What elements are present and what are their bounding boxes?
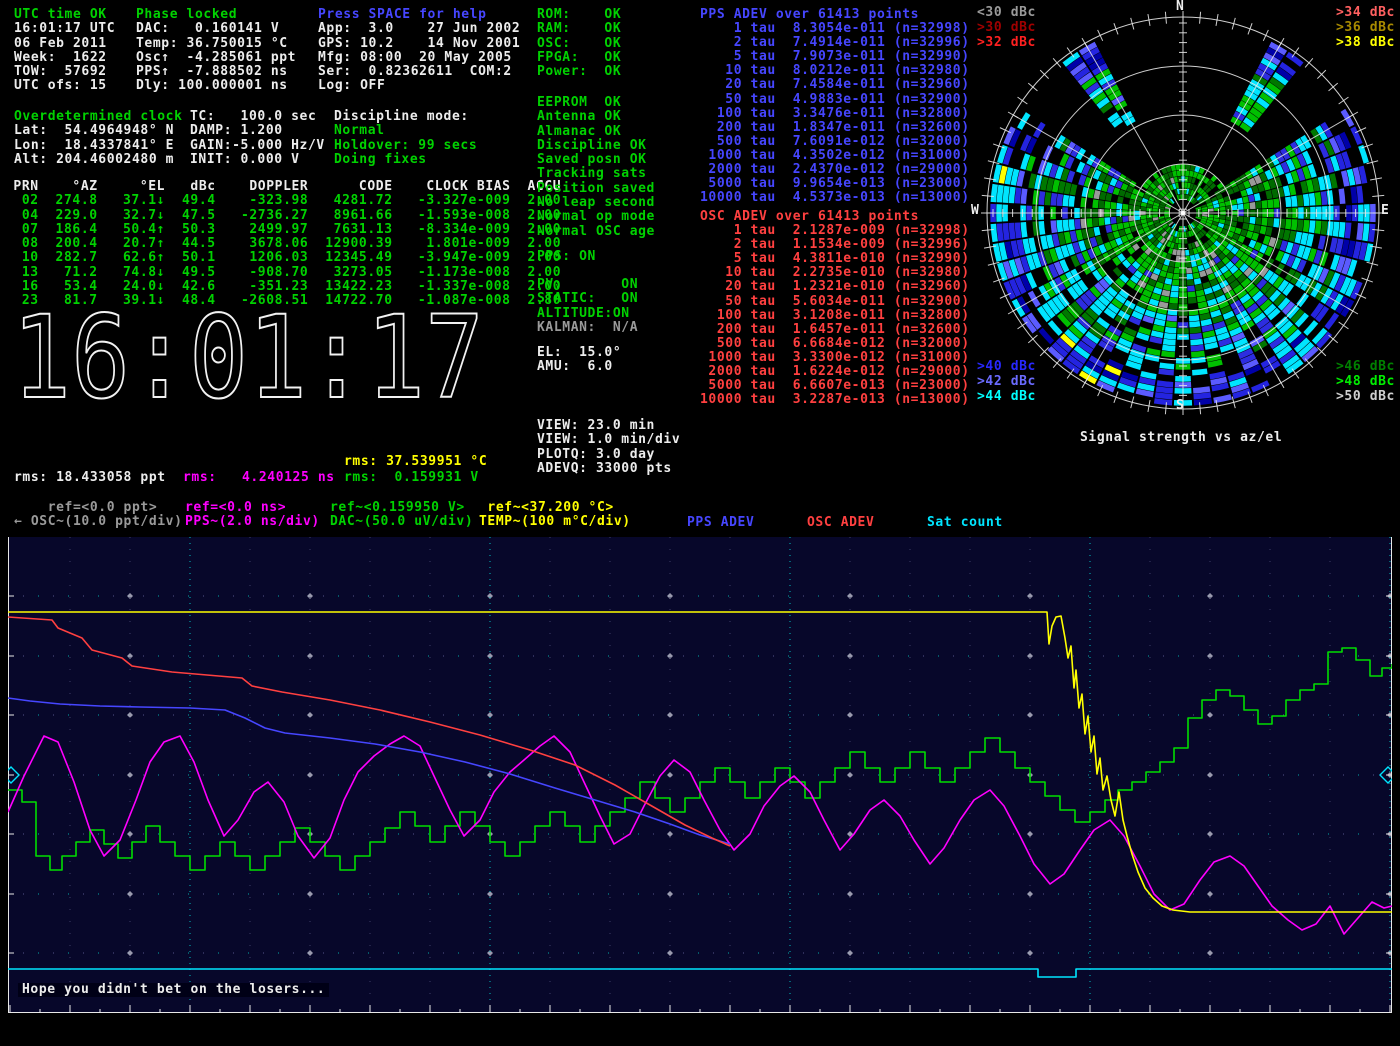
phase-status: Phase locked (136, 7, 237, 22)
status-message: Hope you didn't bet on the losers... (18, 983, 329, 997)
big-clock-svg: 16:01:17 (10, 300, 492, 414)
strip-chart-svg (8, 537, 1392, 1013)
compass-north-label: N (1176, 0, 1184, 14)
rms-pps: rms: 4.240125 ns (183, 471, 335, 485)
dbc-legend-entry: >32 dBc (977, 36, 1036, 50)
big-clock: 16:01:17 (10, 300, 492, 414)
elevation-mask-block: EL: 15.0° AMU: 6.0 (537, 346, 621, 375)
discipline-block: Discipline mode: Normal Holdover: 99 sec… (334, 110, 477, 167)
hardware-status-block: ROM: OK RAM: OK OSC: OK FPGA: OK Power: … (537, 8, 621, 79)
kalman-state: KALMAN: N/A (537, 321, 638, 335)
dbc-legend-entry: >50 dBc (1336, 390, 1395, 404)
compass-south-label: S (1176, 399, 1184, 413)
plot-header-osc: ref=<0.0 ppt> ← OSC~(10.0 ppt/div) (14, 501, 183, 530)
phase-body: DAC: 0.160141 V Temp: 36.750015 °C Osc↑ … (136, 21, 296, 93)
phase-block: Phase locked DAC: 0.160141 V Temp: 36.75… (136, 8, 296, 94)
dbc-legend-entry: >30 dBc (977, 21, 1036, 35)
version-body: App: 3.0 27 Jun 2002 GPS: 10.2 14 Nov 20… (318, 21, 520, 93)
rms-osc: rms: 18.433058 ppt (14, 471, 166, 485)
dbc-legend-entry: <30 dBc (977, 6, 1036, 20)
receiver-mode: Overdetermined clock (14, 109, 183, 124)
plot-header-pps: ref=<0.0 ns> PPS~(2.0 ns/div) (185, 501, 320, 530)
compass-east-label: E (1381, 204, 1389, 218)
big-clock-display: 16:01:17 (12, 300, 484, 414)
help-block: Press SPACE for help App: 3.0 27 Jun 200… (318, 8, 520, 94)
plot-header-pps-adev: PPS ADEV (687, 516, 754, 530)
polar-caption: Signal strength vs az/el (1080, 431, 1282, 445)
plot-header-osc-adev: OSC ADEV (807, 516, 874, 530)
osc-adev-table: OSC ADEV over 61413 points 1 tau 2.1287e… (700, 210, 970, 407)
eeprom-status-block: EEPROM OK Antenna OK Almanac OK Discipli… (537, 96, 655, 239)
plot-header-dac: ref~<0.159950 V> DAC~(50.0 uV/div) (330, 501, 473, 530)
satellite-table-header: PRN °AZ °EL dBc DOPPLER CODE CLOCK BIAS … (5, 179, 561, 194)
dbc-legend-entry: >46 dBc (1336, 360, 1395, 374)
discipline-body: Normal Holdover: 99 secs Doing fixes (334, 123, 477, 167)
dbc-legend-entry: >34 dBc (1336, 6, 1395, 20)
dbc-legend-entry: >48 dBc (1336, 375, 1395, 389)
lady-heather-screen: UTC time OK 16:01:17 UTC 06 Feb 2011 Wee… (0, 0, 1400, 1046)
plot-header-temp: ref~<37.200 °C> TEMP~(100 m°C/div) (479, 501, 631, 530)
utc-body: 16:01:17 UTC 06 Feb 2011 Week: 1622 TOW:… (14, 21, 115, 93)
dbc-legend-entry: >38 dBc (1336, 36, 1395, 50)
utc-status: UTC time OK (14, 7, 107, 22)
pps-adev-table: PPS ADEV over 61413 points 1 tau 8.3054e… (700, 8, 970, 205)
rms-temp: rms: 37.539951 °C (344, 455, 487, 469)
fix-modes-block: PV: ON STATIC: ON ALTITUDE:ON (537, 278, 638, 321)
satellite-table: PRN °AZ °EL dBc DOPPLER CODE CLOCK BIAS … (5, 180, 561, 309)
receiver-mode-block: Overdetermined clock Lat: 54.4964948° N … (14, 110, 183, 167)
dbc-legend-entry: >44 dBc (977, 390, 1036, 404)
plot-header-sat-count: Sat count (927, 516, 1003, 530)
compass-west-label: W (971, 204, 979, 218)
discipline-label: Discipline mode: (334, 109, 469, 124)
utc-time-block: UTC time OK 16:01:17 UTC 06 Feb 2011 Wee… (14, 8, 115, 94)
dbc-legend-entry: >42 dBc (977, 375, 1036, 389)
pps-state: PPS: ON (537, 250, 596, 264)
dbc-legend-entry: >36 dBc (1336, 21, 1395, 35)
help-hint: Press SPACE for help (318, 7, 487, 22)
position-body: Lat: 54.4964948° N Lon: 18.4337841° E Al… (14, 123, 174, 167)
strip-chart-plot-area[interactable]: Hope you didn't bet on the losers... (8, 537, 1392, 1013)
rms-dac: rms: 0.159931 V (344, 471, 479, 485)
satellite-table-rows: 02 274.8 37.1↓ 49.4 -323.98 4281.72 -3.3… (5, 193, 561, 308)
view-queue-block: VIEW: 23.0 min VIEW: 1.0 min/div PLOTQ: … (537, 419, 680, 476)
dbc-legend-entry: >40 dBc (977, 360, 1036, 374)
loop-params-block: TC: 100.0 sec DAMP: 1.200 GAIN:-5.000 Hz… (190, 110, 325, 167)
